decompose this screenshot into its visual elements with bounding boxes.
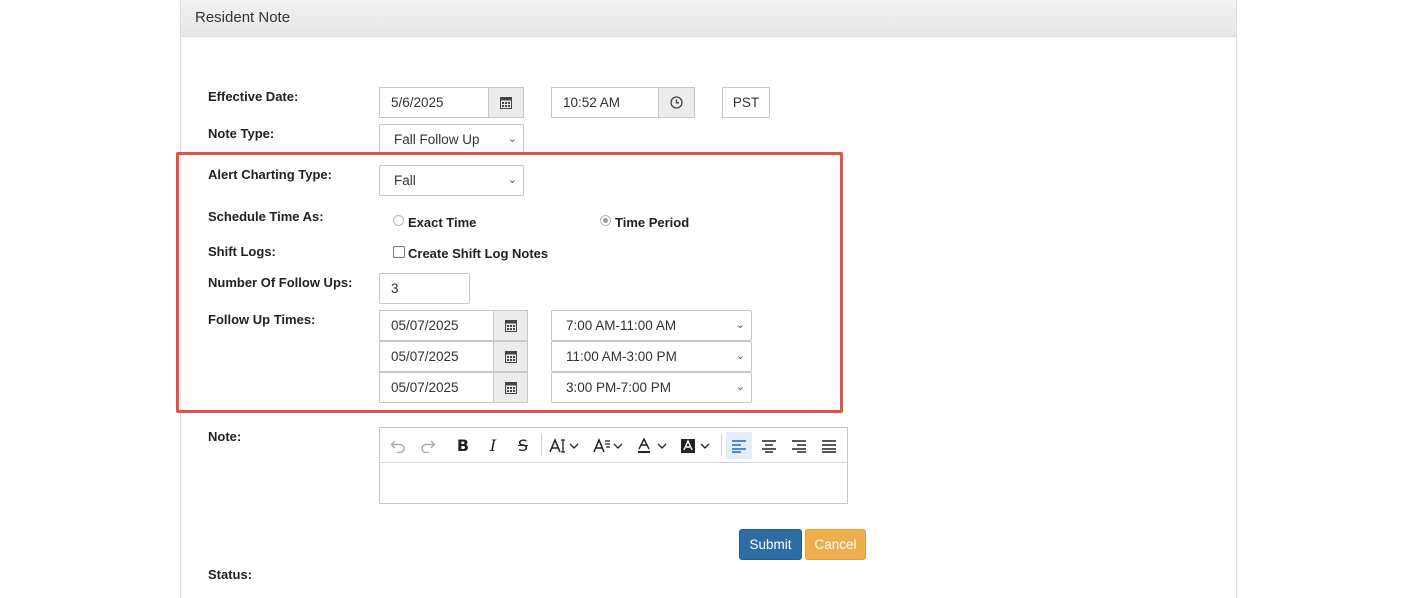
note-label: Note: <box>208 429 242 444</box>
align-left-icon[interactable] <box>726 432 752 459</box>
effective-time-clock-button[interactable] <box>658 87 695 118</box>
follow-up-period-select-3[interactable]: 3:00 PM-7:00 PM ⌄ <box>551 372 752 403</box>
follow-up-date-input-1[interactable]: 05/07/2025 <box>379 310 494 341</box>
toolbar-divider <box>541 434 542 456</box>
note-type-select[interactable]: Fall Follow Up ⌄ <box>379 124 524 155</box>
follow-up-date-input-3[interactable]: 05/07/2025 <box>379 372 494 403</box>
follow-up-date-calendar-button-2[interactable] <box>493 341 528 372</box>
calendar-icon <box>500 97 512 109</box>
time-period-radio[interactable] <box>600 215 611 226</box>
note-type-value: Fall Follow Up <box>394 132 480 147</box>
follow-up-date-calendar-button-3[interactable] <box>493 372 528 403</box>
follow-up-times-label: Follow Up Times: <box>208 312 316 327</box>
timezone-badge: PST <box>722 87 770 118</box>
panel-header: Resident Note <box>181 0 1236 37</box>
note-editor: B I S <box>379 427 848 504</box>
follow-up-date-calendar-button-1[interactable] <box>493 310 528 341</box>
strikethrough-icon[interactable]: S <box>512 432 534 459</box>
follow-up-period-select-1[interactable]: 7:00 AM-11:00 AM ⌄ <box>551 310 752 341</box>
follow-up-date-input-2[interactable]: 05/07/2025 <box>379 341 494 372</box>
chevron-down-icon: ⌄ <box>735 319 745 331</box>
redo-icon[interactable] <box>416 432 440 459</box>
align-right-icon[interactable] <box>786 432 812 459</box>
alert-charting-type-label: Alert Charting Type: <box>208 167 332 182</box>
submit-button[interactable]: Submit <box>739 529 802 560</box>
exact-time-radio[interactable] <box>393 215 404 226</box>
chevron-down-icon: ⌄ <box>507 133 517 145</box>
calendar-icon <box>504 351 517 363</box>
effective-date-label: Effective Date: <box>208 89 299 104</box>
effective-date-input[interactable]: 5/6/2025 <box>379 87 489 118</box>
follow-up-period-value-2: 11:00 AM-3:00 PM <box>566 349 677 364</box>
font-size-icon[interactable] <box>548 432 584 459</box>
number-of-follow-ups-label: Number Of Follow Ups: <box>208 275 353 290</box>
calendar-icon <box>504 320 517 332</box>
chevron-down-icon: ⌄ <box>507 174 517 186</box>
status-label: Status: <box>208 567 253 582</box>
follow-up-period-value-3: 3:00 PM-7:00 PM <box>566 380 672 395</box>
schedule-time-as-label: Schedule Time As: <box>208 209 324 224</box>
clock-icon <box>670 96 683 109</box>
toolbar-divider <box>721 434 722 456</box>
align-justify-icon[interactable] <box>816 432 842 459</box>
alert-charting-type-value: Fall <box>394 173 416 188</box>
effective-date-calendar-button[interactable] <box>488 87 524 118</box>
calendar-icon <box>504 382 517 394</box>
create-shift-log-notes-checkbox[interactable] <box>393 246 405 258</box>
note-text-area[interactable] <box>380 464 847 504</box>
alert-charting-type-select[interactable]: Fall ⌄ <box>379 165 524 196</box>
time-period-label: Time Period <box>615 215 690 230</box>
note-type-label: Note Type: <box>208 126 275 141</box>
exact-time-label: Exact Time <box>408 215 477 230</box>
chevron-down-icon: ⌄ <box>735 381 745 393</box>
panel-title: Resident Note <box>195 9 291 26</box>
follow-up-period-value-1: 7:00 AM-11:00 AM <box>566 318 677 333</box>
follow-up-period-select-2[interactable]: 11:00 AM-3:00 PM ⌄ <box>551 341 752 372</box>
shift-logs-label: Shift Logs: <box>208 244 276 259</box>
create-shift-log-notes-label: Create Shift Log Notes <box>408 246 549 261</box>
editor-toolbar: B I S <box>380 428 847 463</box>
font-family-icon[interactable] <box>592 432 628 459</box>
effective-time-input[interactable]: 10:52 AM <box>551 87 659 118</box>
italic-icon[interactable]: I <box>482 432 504 459</box>
number-of-follow-ups-input[interactable]: 3 <box>379 273 470 304</box>
undo-icon[interactable] <box>386 432 410 459</box>
background-color-icon[interactable] <box>679 432 715 459</box>
font-color-icon[interactable] <box>636 432 672 459</box>
chevron-down-icon: ⌄ <box>735 350 745 362</box>
align-center-icon[interactable] <box>756 432 782 459</box>
bold-icon[interactable]: B <box>452 432 474 459</box>
resident-note-panel: Resident Note <box>180 0 1237 598</box>
cancel-button[interactable]: Cancel <box>805 529 866 560</box>
